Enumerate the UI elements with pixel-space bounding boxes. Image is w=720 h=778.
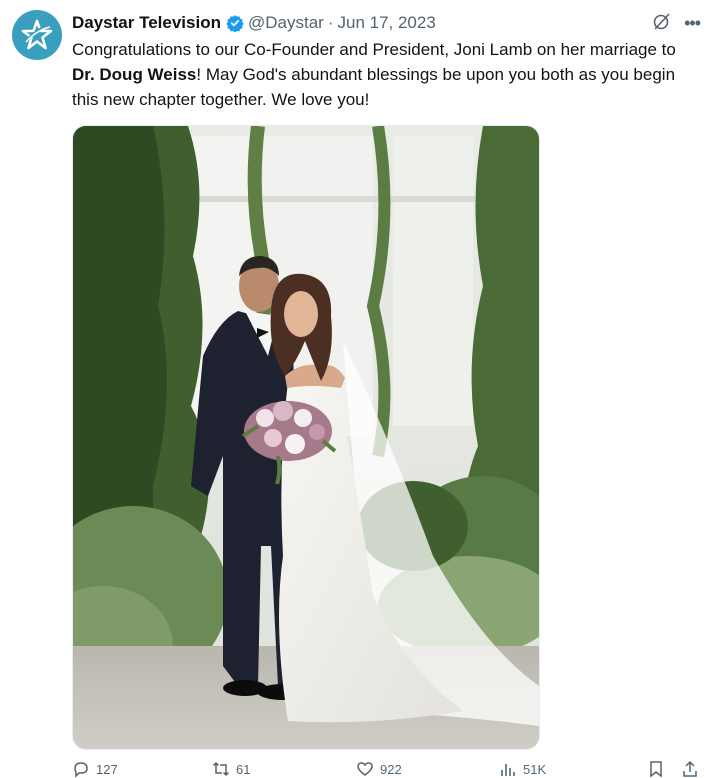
more-icon[interactable]: ••• [684,14,701,32]
verified-badge-icon [226,14,244,32]
tweet-photo[interactable] [72,125,540,750]
share-icon [683,760,697,777]
views-button[interactable]: 51K [499,760,647,778]
views-icon [501,764,515,776]
avatar[interactable] [12,10,62,60]
share-button[interactable] [681,760,701,778]
views-count: 51K [523,761,547,777]
retweet-count: 61 [236,761,251,777]
meta-separator: · [327,13,334,32]
reply-count: 127 [96,761,118,777]
grok-icon[interactable] [652,11,672,36]
like-icon [357,762,373,776]
retweet-icon [212,761,230,777]
author-name[interactable]: Daystar Television [72,13,221,33]
tweet-actions: 127 61 922 51K [72,760,702,778]
tweet-text-part1: Congratulations to our Co-Founder and Pr… [72,40,676,59]
like-button[interactable]: 922 [356,760,499,778]
header-actions: ••• [652,10,701,36]
tweet-text: Congratulations to our Co-Founder and Pr… [72,37,702,112]
retweet-button[interactable]: 61 [212,760,356,778]
bookmark-button[interactable] [647,760,681,778]
tweet-date[interactable]: Jun 17, 2023 [337,13,435,33]
tweet-header: Daystar Television @Daystar · Jun 17, 20… [72,10,701,36]
reply-button[interactable]: 127 [72,760,212,778]
like-count: 922 [380,761,402,777]
mention-doug-weiss: Dr. Doug Weiss [72,65,197,84]
bookmark-icon [650,761,662,778]
author-handle[interactable]: @Daystar [248,13,324,33]
reply-icon [74,762,88,778]
wedding-photo-illustration [73,126,539,749]
daystar-star-logo [21,19,53,50]
